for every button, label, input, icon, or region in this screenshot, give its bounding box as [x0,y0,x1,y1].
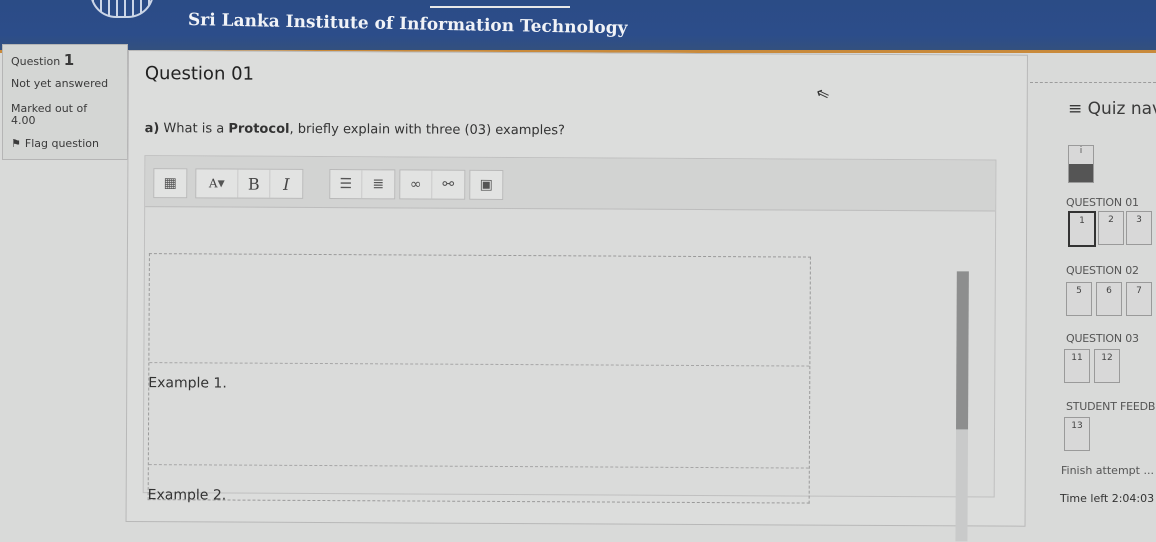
example-2-label[interactable]: Example 2. [148,487,227,503]
marked-out-of: Marked out of 4.00 [11,102,88,127]
header-bar: Sri Lanka Institute of Information Techn… [0,0,1156,53]
toolbar-toggle-icon[interactable]: ▦ [154,169,186,197]
unlink-icon[interactable]: ⚯ [432,171,464,199]
question-number-value: 1 [63,51,75,69]
quiz-navigation-title: ≡ Quiz navi [1068,99,1156,119]
nav-question-3[interactable]: 3 [1126,211,1152,245]
nav-question-7[interactable]: 7 [1126,282,1152,316]
nav-divider [1030,82,1156,83]
answer-status: Not yet answered [11,77,109,90]
finish-attempt-link[interactable]: Finish attempt ... [1061,464,1154,477]
nav-question-11[interactable]: 11 [1064,349,1090,383]
answer-table[interactable] [147,253,811,504]
editor-scrollbar[interactable] [955,271,969,542]
nav-section-student-feedback: STUDENT FEEDB [1066,400,1156,413]
nav-section-question-03: QUESTION 03 [1066,332,1139,345]
table-row-divider [148,464,809,469]
question-keyword: Protocol [228,121,290,137]
nav-question-5[interactable]: 5 [1066,282,1092,316]
question-info-panel: Question 1 Not yet answered Marked out o… [2,44,128,160]
answer-editor[interactable]: ▦ A ▾ B I ☰ ≣ ∞ ⚯ ▣ Example 1. Example 2… [142,155,997,542]
toolbar-group-collapse: ▦ [153,168,188,199]
italic-icon[interactable]: I [270,170,302,198]
question-prefix: a) [144,121,160,137]
question-content: Question 01 a) What is a Protocol, brief… [125,50,1028,542]
scrollbar-thumb[interactable] [956,271,969,430]
editor-content-area[interactable]: Example 1. Example 2. [144,207,977,542]
toolbar-group-media: ▣ [469,169,504,200]
info-tile[interactable]: i [1068,145,1094,183]
flag-icon: ⚑ [11,137,21,150]
ordered-list-icon[interactable]: ≣ [362,170,394,198]
question-title: Question 01 [144,63,255,85]
nav-question-1[interactable]: 1 [1068,211,1096,247]
flag-question-label[interactable]: Flag question [25,137,99,150]
example-1-label[interactable]: Example 1. [148,375,227,391]
table-row-divider [149,362,810,367]
unordered-list-icon[interactable]: ☰ [330,170,363,199]
question-number: Question 1 [11,51,74,69]
header-divider [430,6,570,8]
nav-question-6[interactable]: 6 [1096,282,1122,316]
site-name[interactable]: Sri Lanka Institute of Information Techn… [188,10,628,38]
question-label: Question [11,55,61,68]
toolbar-group-lists: ☰ ≣ [329,169,396,200]
toolbar-group-links: ∞ ⚯ [399,169,466,200]
image-icon[interactable]: ▣ [470,171,502,199]
font-size-icon[interactable]: A ▾ [196,169,239,198]
toolbar-group-style: A ▾ B I [195,168,304,199]
link-icon[interactable]: ∞ [400,170,433,199]
bold-icon[interactable]: B [238,169,271,198]
nav-question-2[interactable]: 2 [1098,211,1124,245]
question-text: a) What is a Protocol, briefly explain w… [145,121,565,138]
nav-question-12[interactable]: 12 [1094,349,1120,383]
question-text-after: , briefly explain with three (03) exampl… [289,121,565,139]
nav-section-question-02: QUESTION 02 [1066,264,1139,277]
institute-logo[interactable] [90,0,154,18]
nav-section-question-01: QUESTION 01 [1066,196,1139,209]
time-left: Time left 2:04:03 [1060,492,1155,505]
editor-toolbar: ▦ A ▾ B I ☰ ≣ ∞ ⚯ ▣ [145,156,996,212]
flag-question-link[interactable]: ⚑ Flag question [11,137,99,150]
font-size-label: A [208,176,218,191]
nav-question-13[interactable]: 13 [1064,417,1090,451]
question-text-before: What is a [163,121,225,137]
